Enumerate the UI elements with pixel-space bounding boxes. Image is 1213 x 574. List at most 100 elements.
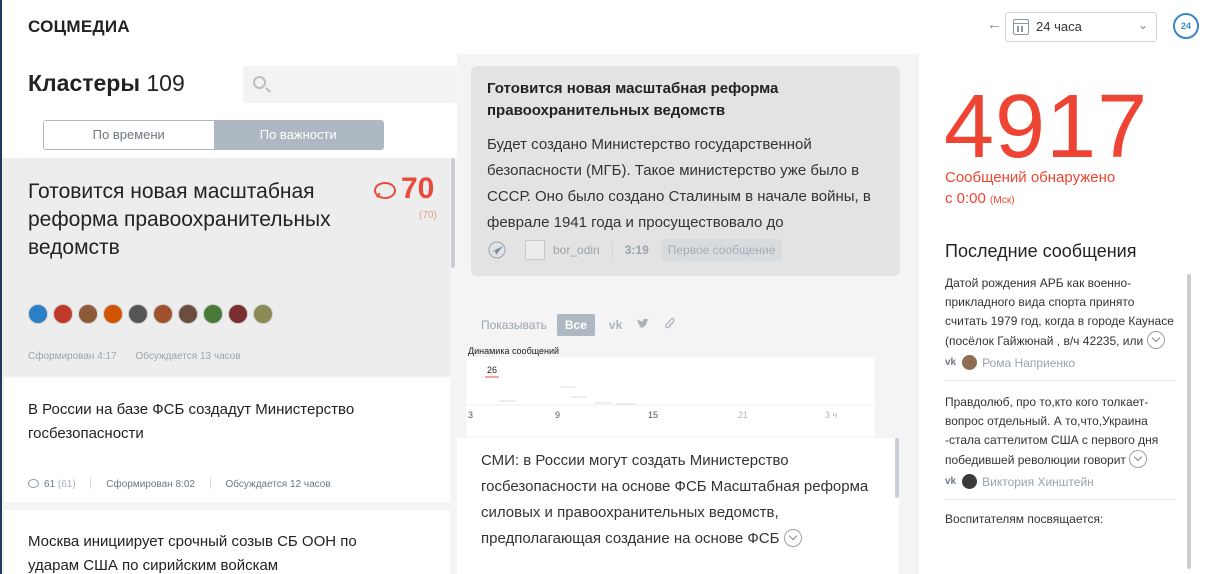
top-bar: СОЦМЕДИА ← 24 часа ⌄ 24 <box>0 0 1213 54</box>
cluster-formed: Сформирован 8:02 <box>106 479 195 490</box>
timezone-label: (Мск) <box>990 195 1015 206</box>
sort-by-importance-tab[interactable]: По важности <box>213 121 383 149</box>
stream-scrollbar[interactable] <box>895 438 899 498</box>
vk-icon[interactable]: vk <box>609 318 622 332</box>
telegram-icon <box>487 240 507 260</box>
cluster-message-subcount: (70) <box>419 210 437 221</box>
clusters-title: Кластеры 109 <box>28 70 185 97</box>
cluster-meta: Сформирован 4:17 Обсуждается 13 часов <box>28 351 257 362</box>
stats-panel: 4917 Сообщений обнаружено с 0:00 (Мск) П… <box>919 54 1213 574</box>
attach-icon[interactable] <box>664 317 676 334</box>
source-avatar[interactable] <box>53 304 73 324</box>
cluster-discussed: Обсуждается 12 часов <box>225 479 331 490</box>
cluster-title: В России на базе ФСБ создадут Министерст… <box>28 401 355 442</box>
cluster-item[interactable]: Москва инициирует срочный созыв СБ ООН п… <box>4 510 450 574</box>
sort-toggle: По времени По важности <box>43 120 384 150</box>
x-tick-label: 3 ч <box>825 410 838 420</box>
feed-item-text: Датой рождения АРБ как военно-прикладног… <box>945 276 1174 349</box>
message-stream: СМИ: в России могут создать Министерство… <box>457 438 899 574</box>
feed-item-author[interactable]: Рома Наприенко <box>982 356 1075 370</box>
source-avatar[interactable] <box>178 304 198 324</box>
cluster-item[interactable]: В России на базе ФСБ создадут Министерст… <box>4 378 450 502</box>
total-messages-count: 4917 <box>944 77 1149 177</box>
cluster-message-count: 70 <box>401 172 435 205</box>
feed-item-partial[interactable]: Воспитателям посвящается: <box>945 512 1177 526</box>
expand-chevron-icon[interactable] <box>1129 450 1148 468</box>
avatar <box>962 355 978 370</box>
author-avatar <box>525 240 545 260</box>
stat-label-line1: Сообщений обнаружено <box>945 169 1116 186</box>
source-avatar[interactable] <box>203 304 223 324</box>
filter-all-button[interactable]: Все <box>556 314 595 336</box>
stream-message-text: СМИ: в России могут создать Министерство… <box>481 452 869 547</box>
stream-message: СМИ: в России могут создать Министерство… <box>481 448 881 552</box>
search-input[interactable] <box>275 74 445 94</box>
search-icon <box>253 76 266 89</box>
app-brand[interactable]: СОЦМЕДИА <box>28 17 130 37</box>
cluster-title: Готовится новая масштабная реформа право… <box>28 180 331 259</box>
message-title: Готовится новая масштабная реформа право… <box>487 80 779 119</box>
avatar <box>962 474 978 489</box>
clusters-scrollbar[interactable] <box>451 158 455 268</box>
cluster-message-count: 61 <box>44 479 56 490</box>
chart-peak-label: 26 <box>487 365 497 375</box>
expand-chevron-icon[interactable] <box>1146 331 1165 349</box>
first-message-card: Готовится новая масштабная реформа право… <box>471 66 900 276</box>
source-avatar[interactable] <box>28 304 48 324</box>
source-avatar[interactable] <box>228 304 248 324</box>
twitter-icon[interactable] <box>636 318 650 333</box>
stat-label-line2: с 0:00 <box>945 190 986 207</box>
expand-chevron-icon[interactable] <box>783 529 802 547</box>
comment-bubble-icon <box>374 182 396 199</box>
clusters-panel: Кластеры 109 По времени По важности Гото… <box>0 54 457 574</box>
dynamics-chart: 26 3 9 15 21 3 ч <box>466 357 875 437</box>
cluster-title: Москва инициирует срочный созыв СБ ООН п… <box>28 533 357 574</box>
latest-messages-title: Последние сообщения <box>945 241 1137 261</box>
cluster-formed: Сформирован 4:17 <box>28 351 117 362</box>
live-refresh-icon[interactable]: 24 <box>1173 13 1199 39</box>
cluster-meta: 61 (61) Сформирован 8:02 Обсуждается 12 … <box>28 478 331 490</box>
search-box[interactable] <box>243 66 457 103</box>
divider <box>611 241 613 259</box>
message-time: 3:19 <box>624 243 649 257</box>
divider <box>209 478 211 489</box>
vk-icon: vk <box>945 357 957 368</box>
feed-item-author[interactable]: Виктория Хинштейн <box>982 475 1094 489</box>
feed-scrollbar[interactable] <box>1187 274 1191 569</box>
cluster-detail-panel: Готовится новая масштабная реформа право… <box>457 54 919 574</box>
vk-icon: vk <box>945 476 957 487</box>
cluster-message-subcount: (61) <box>57 479 76 490</box>
feed-item-text: Правдолюб, про то,кто кого толкает-вопро… <box>945 395 1159 468</box>
source-avatar[interactable] <box>128 304 148 324</box>
cluster-discussed: Обсуждается 13 часов <box>135 351 241 362</box>
clusters-count: 109 <box>146 70 185 96</box>
source-avatar[interactable] <box>153 304 173 324</box>
comment-bubble-icon <box>28 479 39 488</box>
feed-item-author-row: vk Рома Наприенко <box>945 355 1177 370</box>
source-avatar[interactable] <box>78 304 98 324</box>
back-arrow-icon[interactable]: ← <box>987 16 1002 33</box>
total-messages-label: Сообщений обнаружено с 0:00 (Мск) <box>945 167 1195 211</box>
calendar-icon <box>1013 19 1029 35</box>
source-avatar[interactable] <box>103 304 123 324</box>
x-tick-label: 21 <box>738 410 748 420</box>
feed-item[interactable]: Датой рождения АРБ как военно-прикладног… <box>945 274 1177 381</box>
x-tick-label: 15 <box>648 410 658 420</box>
message-body: Будет создано Министерство государственн… <box>487 136 871 231</box>
source-avatar[interactable] <box>253 304 273 324</box>
sort-by-time-tab[interactable]: По времени <box>44 121 214 149</box>
message-footer: bor_odin 3:19 Первое сообщение <box>487 238 783 262</box>
period-select[interactable]: 24 часа ⌄ <box>1005 12 1157 42</box>
clusters-header: Кластеры 109 По времени По важности <box>2 54 457 158</box>
message-author[interactable]: bor_odin <box>553 243 600 257</box>
feed-item-author-row: vk Виктория Хинштейн <box>945 474 1177 489</box>
latest-messages-feed: Датой рождения АРБ как военно-прикладног… <box>945 274 1177 526</box>
filter-label: Показывать <box>481 318 547 332</box>
cluster-item-selected[interactable]: Готовится новая масштабная реформа право… <box>2 158 450 376</box>
first-message-button[interactable]: Первое сообщение <box>660 239 783 261</box>
x-tick-label: 3 <box>468 410 473 420</box>
feed-item[interactable]: Правдолюб, про то,кто кого толкает-вопро… <box>945 393 1177 500</box>
x-tick-label: 9 <box>555 410 560 420</box>
clusters-title-label: Кластеры <box>28 70 140 96</box>
source-avatars <box>28 304 273 324</box>
